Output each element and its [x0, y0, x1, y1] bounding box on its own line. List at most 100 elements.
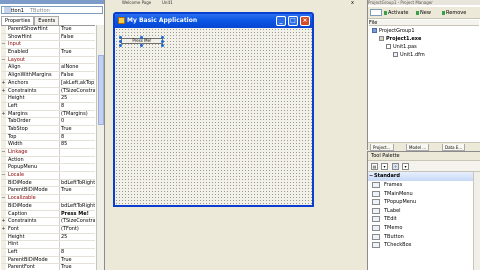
- tab-data-explorer[interactable]: Data E...: [442, 144, 466, 151]
- property-row[interactable]: + Margins (TMargins): [1, 110, 95, 119]
- remove-button[interactable]: Remove: [442, 9, 466, 17]
- tool-palette-scrollbar[interactable]: [473, 172, 480, 270]
- property-grid-scrollbar[interactable]: [96, 25, 104, 270]
- property-value[interactable]: True: [59, 26, 95, 33]
- resize-handle[interactable]: [161, 36, 164, 39]
- property-row[interactable]: ParentBiDiMode True: [1, 256, 95, 265]
- property-row[interactable]: + Font (TFont): [1, 225, 95, 234]
- dropdown-icon[interactable]: ▾: [381, 163, 388, 170]
- property-row[interactable]: TabOrder 0: [1, 118, 95, 126]
- property-value[interactable]: Press Me!: [59, 210, 95, 218]
- property-category[interactable]: − Input: [1, 41, 95, 50]
- resize-handle[interactable]: [161, 40, 164, 43]
- scrollbar-thumb[interactable]: [98, 55, 104, 125]
- property-row[interactable]: Height 25: [1, 233, 95, 242]
- property-row[interactable]: Top 8: [1, 133, 95, 142]
- property-value[interactable]: True: [59, 49, 95, 56]
- property-value[interactable]: False: [59, 33, 95, 41]
- property-row[interactable]: Align alNone: [1, 64, 95, 73]
- tab-model-view[interactable]: Model ...: [406, 144, 430, 151]
- property-row[interactable]: ParentShowHint True: [1, 26, 95, 34]
- property-row[interactable]: ParentBiDiMode True: [1, 187, 95, 196]
- tree-node[interactable]: Unit1.pas: [386, 44, 417, 51]
- property-value[interactable]: [59, 241, 95, 248]
- property-value[interactable]: (TSizeConstrai: [59, 218, 95, 225]
- property-value[interactable]: alNone: [59, 64, 95, 72]
- collapse-icon[interactable]: −: [1, 149, 6, 156]
- object-selector-combo[interactable]: Button1 TButton: [1, 6, 103, 14]
- property-row[interactable]: Caption Press Me!: [1, 210, 95, 219]
- property-value[interactable]: True: [59, 264, 95, 270]
- expand-icon[interactable]: +: [1, 87, 6, 95]
- property-row[interactable]: BiDiMode bdLeftToRight: [1, 202, 95, 211]
- activate-button[interactable]: Activate: [384, 9, 409, 17]
- property-value[interactable]: (TMargins): [59, 110, 95, 118]
- property-row[interactable]: Hint: [1, 241, 95, 249]
- form-client-area[interactable]: Press Me!: [115, 28, 312, 205]
- resize-handle[interactable]: [119, 40, 122, 43]
- dropdown-icon[interactable]: ▾: [402, 163, 409, 170]
- property-category[interactable]: − Localizable: [1, 195, 95, 203]
- project-combo[interactable]: [370, 9, 382, 16]
- property-category[interactable]: − Locale: [1, 172, 95, 180]
- component-item[interactable]: TCheckBox: [368, 241, 480, 250]
- property-category[interactable]: − Layout: [1, 56, 95, 65]
- property-row[interactable]: Enabled True: [1, 49, 95, 57]
- property-row[interactable]: ShowHint False: [1, 33, 95, 42]
- property-value[interactable]: False: [59, 72, 95, 79]
- property-row[interactable]: + Constraints (TSizeConstrai: [1, 87, 95, 96]
- resize-handle[interactable]: [119, 44, 122, 47]
- property-category[interactable]: − Linkage: [1, 149, 95, 157]
- form-titlebar[interactable]: My Basic Application _ □ ×: [115, 14, 312, 28]
- tab-project-manager[interactable]: Project...: [370, 144, 394, 151]
- resize-handle[interactable]: [140, 36, 143, 39]
- property-row[interactable]: + Constraints (TSizeConstrai: [1, 218, 95, 226]
- property-value[interactable]: 0: [59, 118, 95, 125]
- close-tab-icon[interactable]: x: [351, 0, 363, 6]
- component-item[interactable]: TEdit: [368, 215, 480, 224]
- property-value[interactable]: 25: [59, 95, 95, 102]
- categories-icon[interactable]: ▤: [371, 163, 378, 170]
- filter-icon[interactable]: ✧: [392, 163, 399, 170]
- designer-form[interactable]: My Basic Application _ □ × Press Me!: [113, 12, 314, 207]
- property-row[interactable]: AlignWithMargins False: [1, 72, 95, 80]
- property-value[interactable]: bdLeftToRight: [59, 202, 95, 210]
- tree-node[interactable]: Project1.exe: [379, 36, 421, 43]
- property-value[interactable]: (TFont): [59, 225, 95, 233]
- component-item[interactable]: Frames: [368, 181, 480, 190]
- tab-events[interactable]: Events: [34, 16, 60, 25]
- property-row[interactable]: ParentFont True: [1, 264, 95, 270]
- resize-handle[interactable]: [140, 44, 143, 47]
- property-value[interactable]: bdLeftToRight: [59, 179, 95, 187]
- property-value[interactable]: 8: [59, 133, 95, 141]
- collapse-icon[interactable]: −: [1, 56, 6, 64]
- close-icon[interactable]: ×: [300, 16, 310, 26]
- minimize-icon[interactable]: _: [276, 16, 286, 26]
- property-value[interactable]: [59, 164, 95, 172]
- new-button[interactable]: New: [416, 9, 431, 17]
- property-value[interactable]: [59, 156, 95, 164]
- chevron-down-icon[interactable]: [4, 7, 11, 13]
- component-item[interactable]: TButton: [368, 233, 480, 242]
- property-row[interactable]: Width 85: [1, 141, 95, 149]
- property-row[interactable]: Left 8: [1, 248, 95, 257]
- expand-icon[interactable]: +: [1, 110, 6, 118]
- property-value[interactable]: 8: [59, 248, 95, 256]
- property-value[interactable]: True: [59, 187, 95, 195]
- component-item[interactable]: TMainMenu: [368, 190, 480, 199]
- resize-handle[interactable]: [161, 44, 164, 47]
- category-standard[interactable]: Standard: [368, 172, 480, 181]
- collapse-icon[interactable]: −: [1, 172, 6, 179]
- property-value[interactable]: 85: [59, 141, 95, 148]
- component-item[interactable]: TMemo: [368, 224, 480, 233]
- property-value[interactable]: (TSizeConstrai: [59, 87, 95, 95]
- expand-icon[interactable]: +: [1, 225, 6, 233]
- property-row[interactable]: Height 25: [1, 95, 95, 103]
- tab-welcome-page[interactable]: Welcome Page: [122, 0, 151, 6]
- expand-icon[interactable]: +: [1, 79, 6, 87]
- expand-icon[interactable]: +: [1, 218, 6, 225]
- tree-node[interactable]: Unit1.dfm: [393, 52, 425, 59]
- property-row[interactable]: Left 8: [1, 102, 95, 111]
- collapse-icon[interactable]: −: [1, 41, 6, 49]
- resize-handle[interactable]: [119, 36, 122, 39]
